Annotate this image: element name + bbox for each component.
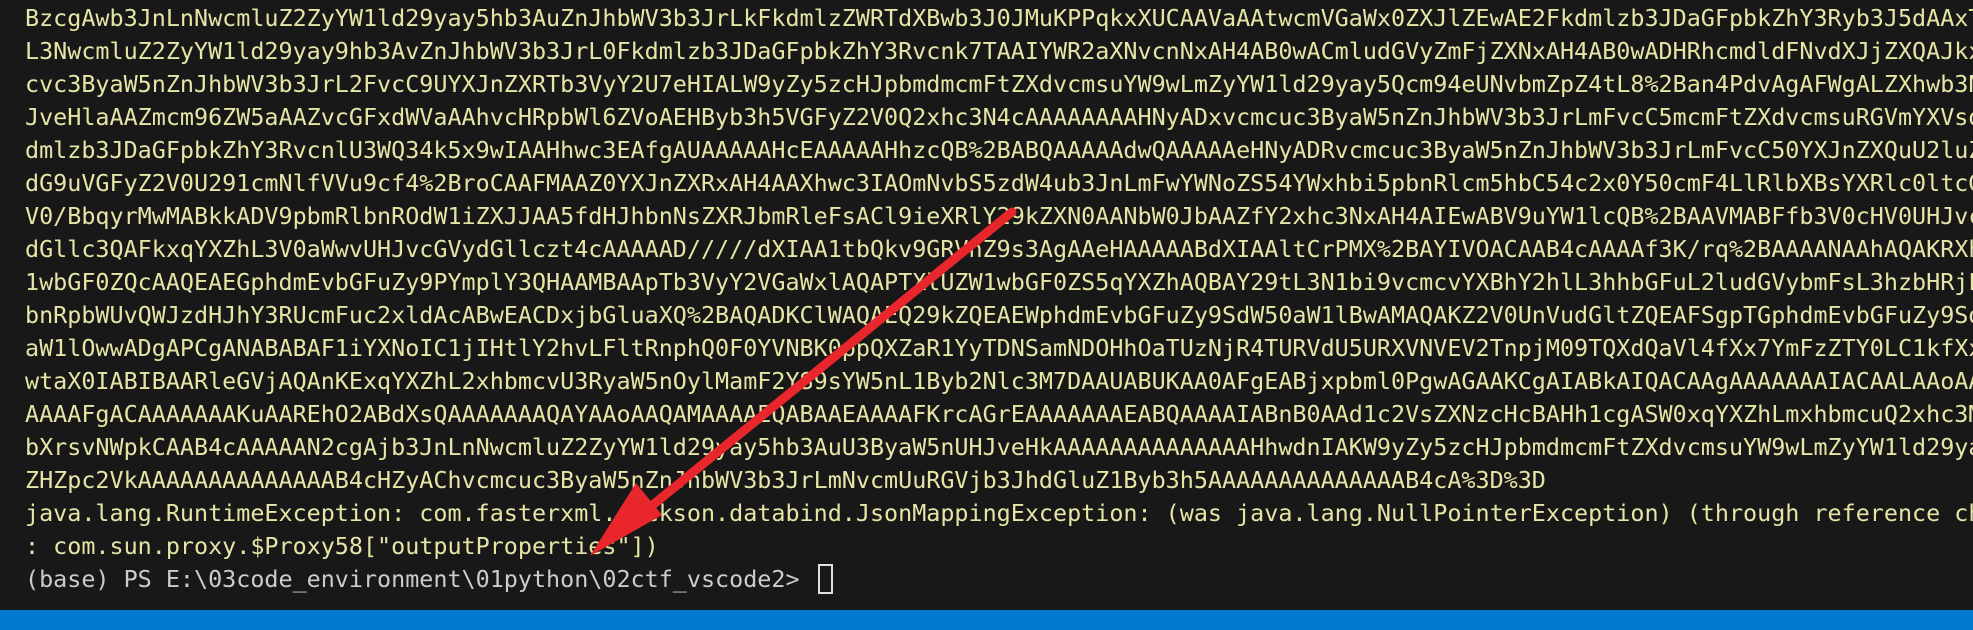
error-message-line-1: java.lang.RuntimeException: com.fasterxm… bbox=[25, 499, 1973, 527]
output-line-5: dmlzb3JDaGFpbkZhY3RvcnlU3WQ34k5x9wIAAHhw… bbox=[25, 136, 1973, 164]
prompt-line[interactable]: (base) PS E:\03code_environment\01python… bbox=[25, 563, 833, 596]
output-line-3: cvc3ByaW5nZnJhbWV3b3JrL2FvcC9UYXJnZXRTb3… bbox=[25, 70, 1973, 98]
output-line-13: AAAAFgACAAAAAAAKuAAREhO2ABdXsQAAAAAAAQAY… bbox=[25, 400, 1973, 428]
output-line-11: aW1lOwwADgAPCgANABABAF1iYXNoIC1jIHtlY2hv… bbox=[25, 334, 1973, 362]
status-bar bbox=[0, 610, 1973, 630]
shell-prompt: (base) PS E:\03code_environment\01python… bbox=[25, 565, 814, 593]
error-message-line-2: : com.sun.proxy.$Proxy58["outputProperti… bbox=[25, 532, 659, 560]
output-line-15: ZHZpc2VkAAAAAAAAAAAAAAB4cHZyAChvcmcuc3By… bbox=[25, 466, 1546, 494]
output-line-9: 1wbGF0ZQcAAQEAEGphdmEvbGFuZy9PYmplY3QHAA… bbox=[25, 268, 1973, 296]
output-line-10: bnRpbWUvQWJzdHJhY3RUcmFuc2xldAcABwEACDxj… bbox=[25, 301, 1973, 329]
output-line-6: dG9uVGFyZ2V0U291cmNlfVVu9cf4%2BroCAAFMAA… bbox=[25, 169, 1973, 197]
output-line-4: JveHlaAAZmcm96ZW5aAAZvcGFxdWVaAAhvcHRpbW… bbox=[25, 103, 1973, 131]
output-line-1: BzcgAwb3JnLnNwcmluZ2ZyYW1ld29yay5hb3AuZn… bbox=[25, 4, 1973, 32]
output-line-7: V0/BbqyrMwMABkkADV9pbmRlbnROdW1iZXJJAA5f… bbox=[25, 202, 1973, 230]
terminal-cursor bbox=[817, 563, 833, 594]
output-line-2: L3NwcmluZ2ZyYW1ld29yay9hb3AvZnJhbWV3b3Jr… bbox=[25, 37, 1973, 65]
output-line-8: dGllc3QAFkxqYXZhL3V0aWwvUHJvcGVydGllczt4… bbox=[25, 235, 1973, 263]
terminal-panel[interactable]: BzcgAwb3JnLnNwcmluZ2ZyYW1ld29yay5hb3AuZn… bbox=[0, 0, 1973, 610]
output-line-14: bXrsvNWpkCAAB4cAAAAAN2cgAjb3JnLnNwcmluZ2… bbox=[25, 433, 1973, 461]
output-line-12: wtaX0IABIBAARleGVjAQAnKExqYXZhL2xhbmcvU3… bbox=[25, 367, 1973, 395]
